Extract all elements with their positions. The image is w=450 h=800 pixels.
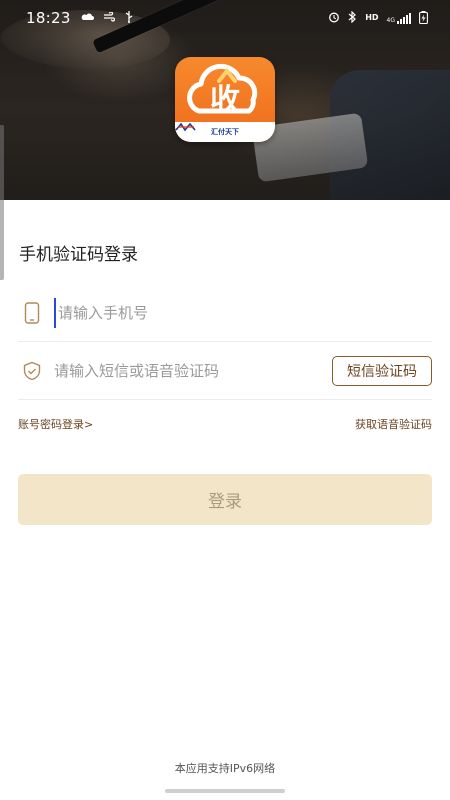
cloud-sun-icon bbox=[80, 12, 94, 24]
wind-icon bbox=[103, 11, 115, 24]
cloud-logo-icon: 收 bbox=[187, 63, 258, 118]
hd-icon: HD bbox=[365, 13, 379, 22]
logo-brand-text: 汇付天下 bbox=[211, 128, 239, 136]
ipv6-support-note: 本应用支持IPv6网络 bbox=[174, 762, 276, 775]
edge-swipe-handle[interactable] bbox=[0, 125, 4, 280]
shield-check-icon bbox=[20, 359, 44, 383]
network-type-label: 4G bbox=[386, 16, 395, 24]
login-links: 账号密码登录> 获取语音验证码 bbox=[18, 416, 432, 432]
signal-icon: 4G bbox=[386, 12, 411, 24]
sms-code-button[interactable]: 短信验证码 bbox=[332, 355, 432, 386]
phone-input[interactable] bbox=[54, 297, 432, 328]
app-logo: 收 汇付天下 bbox=[175, 57, 275, 142]
battery-icon bbox=[419, 10, 428, 26]
page-title: 手机验证码登录 bbox=[19, 245, 138, 265]
logo-brand-strip: 汇付天下 bbox=[175, 122, 275, 142]
status-time: 18:23 bbox=[26, 9, 71, 27]
phone-field-row bbox=[18, 284, 432, 342]
code-field-row: 短信验证码 bbox=[18, 342, 432, 400]
password-login-link[interactable]: 账号密码登录> bbox=[18, 416, 93, 432]
bluetooth-icon bbox=[348, 10, 357, 25]
code-input[interactable] bbox=[54, 355, 332, 386]
status-bar: 18:23 HD 4G bbox=[0, 0, 450, 36]
logo-glyph: 收 bbox=[210, 83, 240, 118]
voice-code-link[interactable]: 获取语音验证码 bbox=[355, 416, 432, 432]
usb-icon bbox=[124, 11, 134, 25]
login-button[interactable]: 登录 bbox=[18, 474, 432, 525]
home-indicator[interactable] bbox=[165, 789, 285, 793]
phone-icon bbox=[20, 301, 44, 325]
alarm-icon bbox=[328, 11, 340, 25]
brand-mark-icon bbox=[175, 122, 196, 132]
